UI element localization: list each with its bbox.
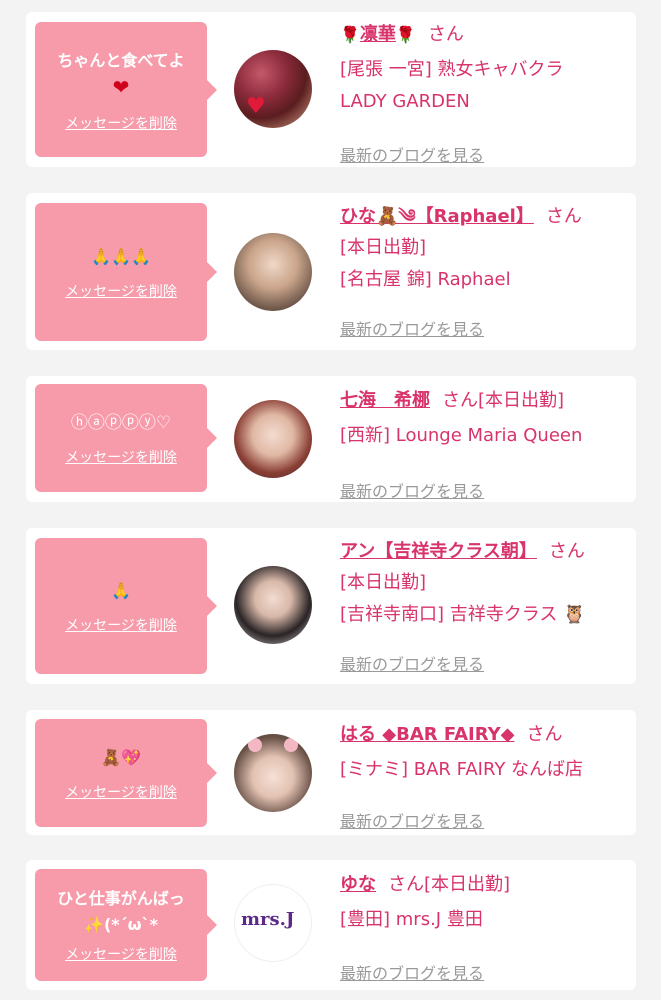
avatar[interactable]: mrs.J [234, 884, 312, 962]
message-text: ⓗⓐⓟⓟⓨ♡ [70, 413, 172, 433]
latest-blog-link[interactable]: 最新のブログを見る [340, 651, 484, 675]
message-card: ⓗⓐⓟⓟⓨ♡ メッセージを削除 七海 希梛 さん[本日出勤] [西新] Loung… [26, 376, 636, 502]
name-line: 🌹凛華🌹 さん [340, 24, 464, 45]
message-text: ちゃんと食べてよ [57, 50, 185, 70]
delete-message-link[interactable]: メッセージを削除 [65, 615, 177, 635]
entry-info: はる ◆BAR FAIRY◆ さん [ミナミ] BAR FAIRY なんば店 最新… [340, 722, 630, 831]
message-bubble: ちゃんと食べてよ ❤ メッセージを削除 [35, 22, 217, 157]
message-text: ひと仕事がんばっ ✨(*´ω`* [57, 889, 185, 934]
avatar[interactable] [234, 233, 312, 311]
cast-name-link[interactable]: 七海 希梛 [340, 390, 430, 411]
entry-info: ゆな さん[本日出勤] [豊田] mrs.J 豊田 最新のブログを見る [340, 872, 630, 983]
cast-name-link[interactable]: ひな🧸༄【Raphael】 [340, 206, 534, 227]
message-card: 🙏 メッセージを削除 アン【吉祥寺クラス朝】 さん [本日出勤] [吉祥寺南口] … [26, 528, 636, 684]
message-card: ちゃんと食べてよ ❤ メッセージを削除 ♥ 🌹凛華🌹 さん [尾張 一宮] 熟女キ… [26, 12, 636, 167]
message-card: 🧸💖 メッセージを削除 はる ◆BAR FAIRY◆ さん [ミナミ] BAR F… [26, 710, 636, 835]
message-bubble: 🙏 メッセージを削除 [35, 538, 217, 674]
shop-line: [豊田] mrs.J 豊田 [340, 909, 483, 930]
delete-message-link[interactable]: メッセージを削除 [65, 447, 177, 467]
message-card: ひと仕事がんばっ ✨(*´ω`* メッセージを削除 mrs.J ゆな さん[本日出… [26, 860, 636, 990]
message-text: 🙏🙏🙏 [91, 247, 151, 266]
latest-blog-link[interactable]: 最新のブログを見る [340, 478, 484, 502]
name-line: 七海 希梛 さん[本日出勤] [340, 390, 565, 411]
message-bubble: 🙏🙏🙏 メッセージを削除 [35, 203, 217, 341]
name-line: ゆな さん[本日出勤] [340, 874, 511, 895]
status-line: [本日出勤] [340, 237, 427, 258]
cast-name-link[interactable]: はる ◆BAR FAIRY◆ [340, 724, 515, 745]
delete-message-link[interactable]: メッセージを削除 [65, 281, 177, 301]
message-card: 🙏🙏🙏 メッセージを削除 ひな🧸༄【Raphael】 さん [本日出勤] [名古屋… [26, 193, 636, 350]
message-bubble: ひと仕事がんばっ ✨(*´ω`* メッセージを削除 [35, 869, 217, 981]
delete-message-link[interactable]: メッセージを削除 [65, 944, 177, 964]
rose-icon: 🌹 [395, 25, 416, 44]
status-line: [本日出勤] [340, 572, 427, 593]
avatar[interactable] [234, 566, 312, 644]
latest-blog-link[interactable]: 最新のブログを見る [340, 960, 484, 984]
rose-icon: 🌹 [340, 25, 360, 44]
message-text: 🙏 [111, 581, 131, 600]
cast-name-link[interactable]: ゆな [340, 874, 376, 895]
shop-line: [ミナミ] BAR FAIRY なんば店 [340, 759, 584, 780]
entry-info: ひな🧸༄【Raphael】 さん [本日出勤] [名古屋 錦] Raphael 最… [340, 204, 630, 339]
latest-blog-link[interactable]: 最新のブログを見る [340, 316, 484, 340]
avatar[interactable] [234, 734, 312, 812]
heart-icon: ❤ [112, 74, 130, 99]
cast-name-link[interactable]: アン【吉祥寺クラス朝】 [340, 541, 537, 562]
shop-area-line: [尾張 一宮] 熟女キャバクラ [340, 59, 564, 80]
shop-line: [西新] Lounge Maria Queen [340, 425, 583, 446]
cast-name-link[interactable]: 🌹凛華🌹 [340, 24, 416, 45]
entry-info: アン【吉祥寺クラス朝】 さん [本日出勤] [吉祥寺南口] 吉祥寺クラス 🦉 最新… [340, 539, 630, 674]
bunny-ears-icon [248, 738, 262, 752]
latest-blog-link[interactable]: 最新のブログを見る [340, 808, 484, 832]
delete-message-link[interactable]: メッセージを削除 [65, 782, 177, 802]
name-line: アン【吉祥寺クラス朝】 さん [340, 541, 585, 562]
bunny-ears-icon [284, 738, 298, 752]
shop-name-line: LADY GARDEN [340, 91, 470, 112]
shop-line: [吉祥寺南口] 吉祥寺クラス 🦉 [340, 604, 586, 625]
latest-blog-link[interactable]: 最新のブログを見る [340, 142, 484, 166]
entry-info: 🌹凛華🌹 さん [尾張 一宮] 熟女キャバクラ LADY GARDEN 最新のブロ… [340, 22, 630, 165]
message-text: 🧸💖 [101, 748, 141, 767]
entry-info: 七海 希梛 さん[本日出勤] [西新] Lounge Maria Queen 最新… [340, 388, 630, 501]
avatar[interactable] [234, 400, 312, 478]
delete-message-link[interactable]: メッセージを削除 [65, 113, 177, 133]
message-bubble: 🧸💖 メッセージを削除 [35, 719, 217, 827]
name-line: はる ◆BAR FAIRY◆ さん [340, 724, 563, 745]
message-bubble: ⓗⓐⓟⓟⓨ♡ メッセージを削除 [35, 384, 217, 492]
shop-line: [名古屋 錦] Raphael [340, 269, 511, 290]
shop-logo-icon: mrs.J [241, 909, 295, 930]
avatar[interactable]: ♥ [234, 50, 312, 128]
name-line: ひな🧸༄【Raphael】 さん [340, 206, 582, 227]
heart-icon: ♥ [246, 94, 266, 119]
